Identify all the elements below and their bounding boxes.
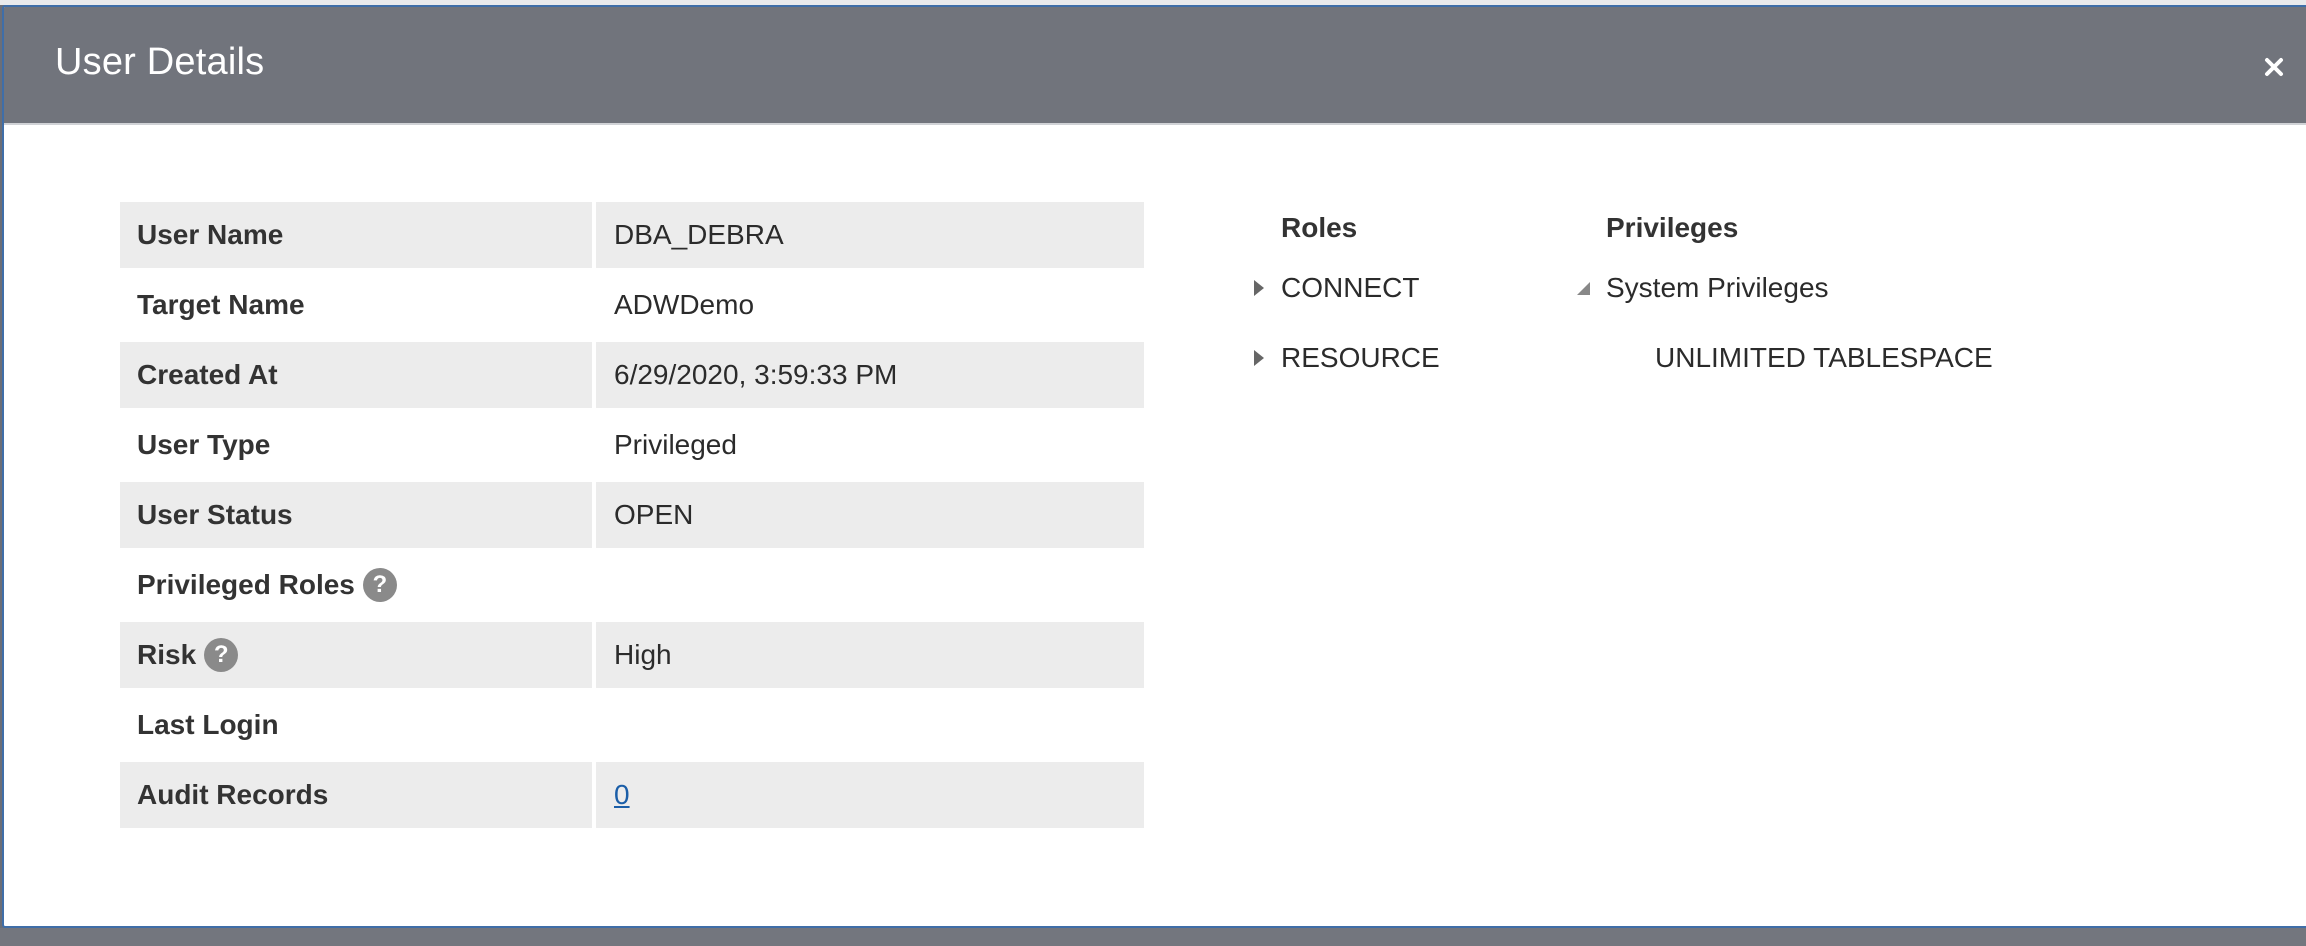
role-item-resource[interactable]: RESOURCE: [1252, 341, 1572, 375]
help-icon[interactable]: ?: [204, 638, 239, 672]
detail-label: Target Name: [137, 289, 305, 320]
expand-triangle-icon[interactable]: [1252, 341, 1281, 375]
detail-label: Audit Records: [120, 762, 592, 828]
role-label: RESOURCE: [1281, 342, 1440, 373]
privilege-item-unlimited-tablespace: UNLIMITED TABLESPACE: [1655, 342, 1993, 373]
user-details-dialog: User Details User Name DBA_DEBRA Target …: [2, 5, 2306, 928]
detail-label: Last Login: [137, 709, 279, 740]
detail-value: High: [596, 622, 1144, 688]
privilege-group-label: System Privileges: [1606, 272, 1829, 303]
detail-row-risk: Risk ? High: [120, 622, 1144, 692]
collapse-triangle-icon[interactable]: [1574, 271, 1606, 305]
close-icon: [2265, 58, 2283, 76]
detail-label: User Status: [120, 482, 592, 548]
close-button[interactable]: [2258, 51, 2290, 83]
detail-value: Privileged: [614, 429, 737, 460]
expand-triangle-icon[interactable]: [1252, 271, 1281, 305]
detail-value: OPEN: [596, 482, 1144, 548]
privileges-tree: Privileges System Privileges UNLIMITED T…: [1574, 211, 2074, 375]
detail-label: User Type: [137, 429, 271, 460]
detail-row-user-status: User Status OPEN: [120, 482, 1144, 552]
detail-label: User Name: [120, 202, 592, 268]
audit-records-link[interactable]: 0: [614, 779, 630, 811]
detail-row-user-type: User Type Privileged: [120, 412, 1144, 482]
detail-row-last-login: Last Login: [120, 692, 1144, 762]
dialog-header: User Details: [4, 7, 2306, 125]
detail-value: [596, 552, 1144, 618]
dialog-title: User Details: [55, 41, 265, 83]
role-item-connect[interactable]: CONNECT: [1252, 271, 1572, 305]
privilege-group-system[interactable]: System Privileges: [1574, 271, 2074, 305]
detail-row-created-at: Created At 6/29/2020, 3:59:33 PM: [120, 342, 1144, 412]
detail-label-privileged-roles: Privileged Roles ?: [120, 552, 592, 618]
detail-label-text: Privileged Roles: [137, 569, 355, 600]
help-icon[interactable]: ?: [362, 568, 397, 602]
detail-label-risk: Risk ?: [120, 622, 592, 688]
detail-row-privileged-roles: Privileged Roles ?: [120, 552, 1144, 622]
backdrop-bottom: [0, 928, 2306, 946]
roles-header: Roles: [1281, 212, 1358, 243]
detail-row-target-name: Target Name ADWDemo: [120, 272, 1144, 342]
roles-tree: Roles CONNECT RESOURCE: [1252, 211, 1572, 375]
detail-label: Created At: [120, 342, 592, 408]
user-details-table: User Name DBA_DEBRA Target Name ADWDemo …: [120, 202, 1144, 832]
detail-value: 0: [596, 762, 1144, 828]
detail-value: ADWDemo: [614, 289, 755, 320]
detail-label-text: Risk: [137, 639, 197, 670]
detail-value: DBA_DEBRA: [596, 202, 1144, 268]
detail-value: 6/29/2020, 3:59:33 PM: [596, 342, 1144, 408]
detail-value: [596, 692, 1144, 758]
detail-row-user-name: User Name DBA_DEBRA: [120, 202, 1144, 272]
privileges-header: Privileges: [1606, 212, 1739, 243]
detail-row-audit-records: Audit Records 0: [120, 762, 1144, 832]
role-label: CONNECT: [1281, 272, 1420, 303]
